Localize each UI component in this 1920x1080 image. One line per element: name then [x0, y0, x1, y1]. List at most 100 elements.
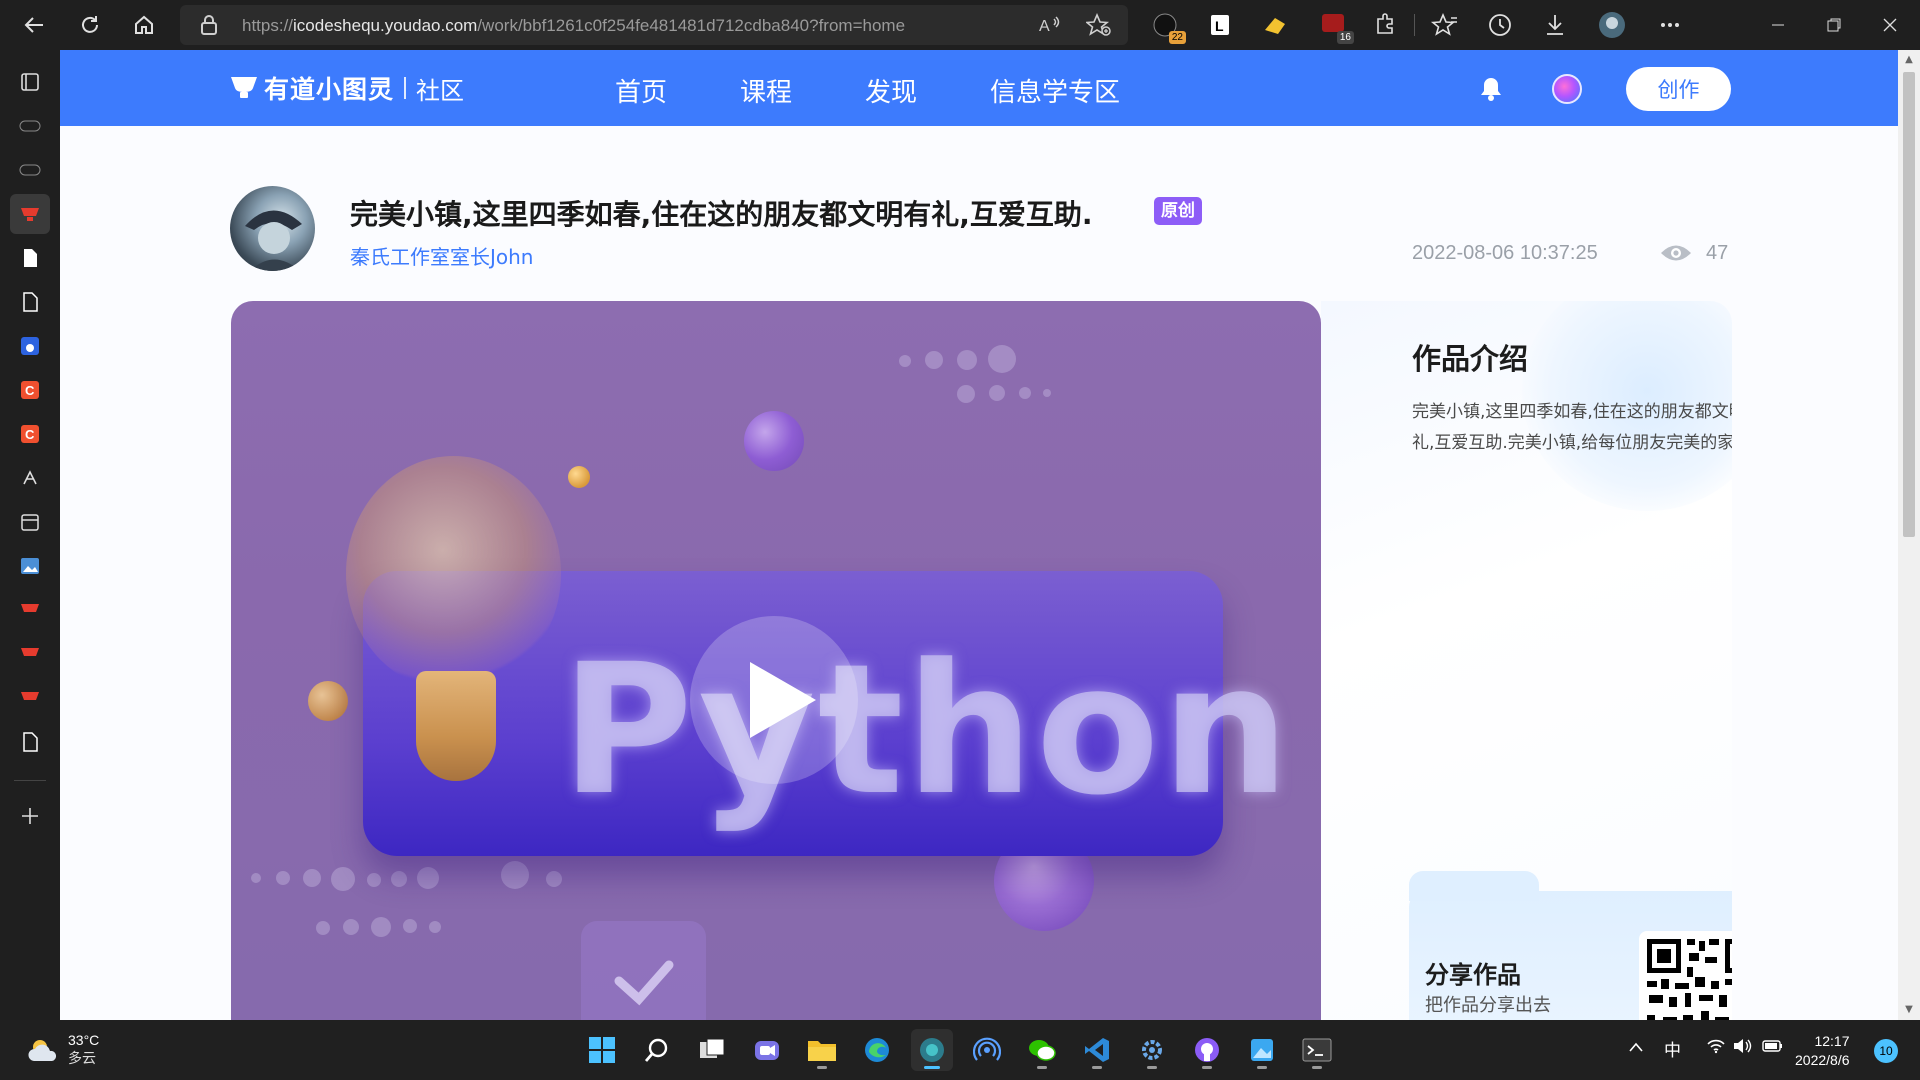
view-count: 47 [1706, 242, 1729, 264]
svg-text:C: C [25, 427, 35, 442]
share-card: 分享作品 把作品分享出去 [1409, 871, 1732, 1020]
extension-1-icon[interactable]: 22 [1150, 10, 1186, 44]
extension-4-icon[interactable]: 16 [1318, 10, 1354, 44]
home-button[interactable] [126, 7, 162, 43]
tab-icon-youdao-3[interactable] [10, 634, 50, 674]
extensions-puzzle-icon[interactable] [1370, 10, 1400, 40]
qr-code[interactable] [1639, 931, 1732, 1020]
file-explorer[interactable] [801, 1029, 843, 1071]
play-button[interactable] [690, 616, 858, 784]
tab-icon-page-1[interactable] [10, 238, 50, 278]
address-bar[interactable]: https://icodeshequ.youdao.com/work/bbf12… [180, 5, 1128, 45]
scroll-thumb[interactable] [1903, 72, 1915, 537]
tab-icon-baidu[interactable] [10, 326, 50, 366]
author-name[interactable]: 秦氏工作室室长John [350, 241, 534, 270]
notification-count-badge[interactable]: 10 [1874, 1039, 1898, 1063]
work-title: 完美小镇,这里四季如春,住在这的朋友都文明有礼,互爱互助. [350, 198, 1093, 231]
image-viewer[interactable] [1241, 1029, 1283, 1071]
settings-gear-icon [1142, 1040, 1162, 1060]
downloads-icon[interactable] [1540, 10, 1570, 40]
tab-actions-icon[interactable] [10, 62, 50, 102]
wechat-icon [1029, 1040, 1056, 1061]
add-favorite-icon[interactable] [1084, 12, 1112, 41]
refresh-button[interactable] [72, 7, 108, 43]
extension-2-icon[interactable]: L [1205, 10, 1235, 40]
home-icon [135, 15, 153, 34]
author-avatar[interactable] [230, 186, 315, 271]
tab-icon-image[interactable] [10, 546, 50, 586]
nav-home[interactable]: 首页 [615, 72, 667, 109]
scroll-down-icon: ▼ [1905, 1004, 1913, 1015]
settings-app[interactable] [1131, 1029, 1173, 1071]
clock-time: 12:17 [1814, 1033, 1850, 1049]
show-hidden-icons-chevron-icon[interactable] [1628, 1038, 1644, 1058]
eye-icon [1660, 242, 1692, 268]
favorites-icon[interactable] [1430, 10, 1460, 40]
restore-button[interactable] [1806, 0, 1862, 50]
edge-browser-1[interactable] [856, 1029, 898, 1071]
svg-text:L: L [1215, 18, 1224, 34]
more-menu-icon[interactable] [1655, 10, 1685, 40]
edge-dev-icon [920, 1038, 944, 1062]
weather-widget[interactable]: 33°C 多云 [26, 1032, 99, 1068]
start-button[interactable] [581, 1029, 623, 1071]
clock-date: 2022/8/6 [1795, 1052, 1850, 1068]
ime-indicator[interactable]: 中 [1664, 1036, 1681, 1061]
nav-discover[interactable]: 发现 [865, 72, 917, 109]
ext-badge: 22 [1168, 31, 1186, 44]
url-text[interactable]: https://icodeshequ.youdao.com/work/bbf12… [242, 16, 905, 36]
logo-name: 有道小图灵 [264, 75, 395, 104]
tab-icon-page-3[interactable] [10, 722, 50, 762]
close-icon [1883, 18, 1897, 32]
terminal-icon [1302, 1038, 1332, 1062]
extension-3-icon[interactable] [1260, 10, 1290, 40]
tab-icon-calendar[interactable] [10, 502, 50, 542]
vscode[interactable] [1076, 1029, 1118, 1071]
user-avatar[interactable] [1552, 74, 1582, 104]
profile-avatar-icon[interactable] [1597, 10, 1627, 40]
tab-icon-csdn-1[interactable]: C [10, 370, 50, 410]
github-desktop[interactable] [1186, 1029, 1228, 1071]
tab-icon-csdn-2[interactable]: C [10, 414, 50, 454]
tab-icon-youdao-active[interactable] [10, 194, 50, 234]
svg-text:A: A [1039, 18, 1050, 35]
post-date: 2022-08-06 10:37:25 [1412, 242, 1598, 264]
intro-description: 完美小镇,这里四季如春,住在这的朋友都文明有礼,互爱互助.完美小镇,给每位朋友完… [1412, 402, 1732, 453]
close-window-button[interactable] [1862, 0, 1918, 50]
tab-icon-youdao-4[interactable] [10, 678, 50, 718]
scroll-up-icon: ▲ [1905, 54, 1913, 65]
tab-icon-gamepad-1[interactable] [10, 106, 50, 146]
page-scrollbar[interactable]: ▲ ▼ [1898, 50, 1920, 1020]
history-icon[interactable] [1485, 10, 1515, 40]
browser-toolbar: https://icodeshequ.youdao.com/work/bbf12… [0, 0, 1920, 50]
volume-icon[interactable] [1732, 1038, 1752, 1059]
teams-chat[interactable] [746, 1029, 788, 1071]
intro-title: 作品介绍 [1412, 342, 1529, 376]
battery-icon[interactable] [1762, 1038, 1784, 1059]
task-view[interactable] [691, 1029, 733, 1071]
back-button[interactable] [16, 7, 52, 43]
edge-browser-active[interactable] [911, 1029, 953, 1071]
media-title-text: Python [561, 626, 1292, 835]
site-logo[interactable]: 有道小图灵 社区 [230, 72, 464, 105]
terminal[interactable] [1296, 1029, 1338, 1071]
tab-icon-youdao-2[interactable] [10, 590, 50, 630]
system-clock[interactable]: 12:17 2022/8/6 [1795, 1032, 1850, 1070]
nav-informatics[interactable]: 信息学专区 [990, 72, 1120, 109]
nav-courses[interactable]: 课程 [740, 72, 792, 109]
taskbar-search[interactable] [636, 1029, 678, 1071]
create-button[interactable]: 创作 [1626, 67, 1731, 111]
read-aloud-icon[interactable]: A [1038, 13, 1062, 41]
wifi-icon[interactable] [1706, 1038, 1726, 1059]
minimize-button[interactable] [1750, 0, 1806, 50]
tab-icon-script[interactable] [10, 458, 50, 498]
lock-icon[interactable] [200, 15, 218, 39]
tab-icon-gamepad-2[interactable] [10, 150, 50, 190]
new-tab-plus-icon[interactable] [10, 796, 50, 836]
work-player[interactable]: Python [231, 301, 1321, 1020]
svg-text:C: C [25, 383, 35, 398]
broadcast-app[interactable] [966, 1029, 1008, 1071]
notification-bell-icon[interactable] [1479, 76, 1503, 106]
tab-icon-page-2[interactable] [10, 282, 50, 322]
wechat[interactable] [1021, 1029, 1063, 1071]
